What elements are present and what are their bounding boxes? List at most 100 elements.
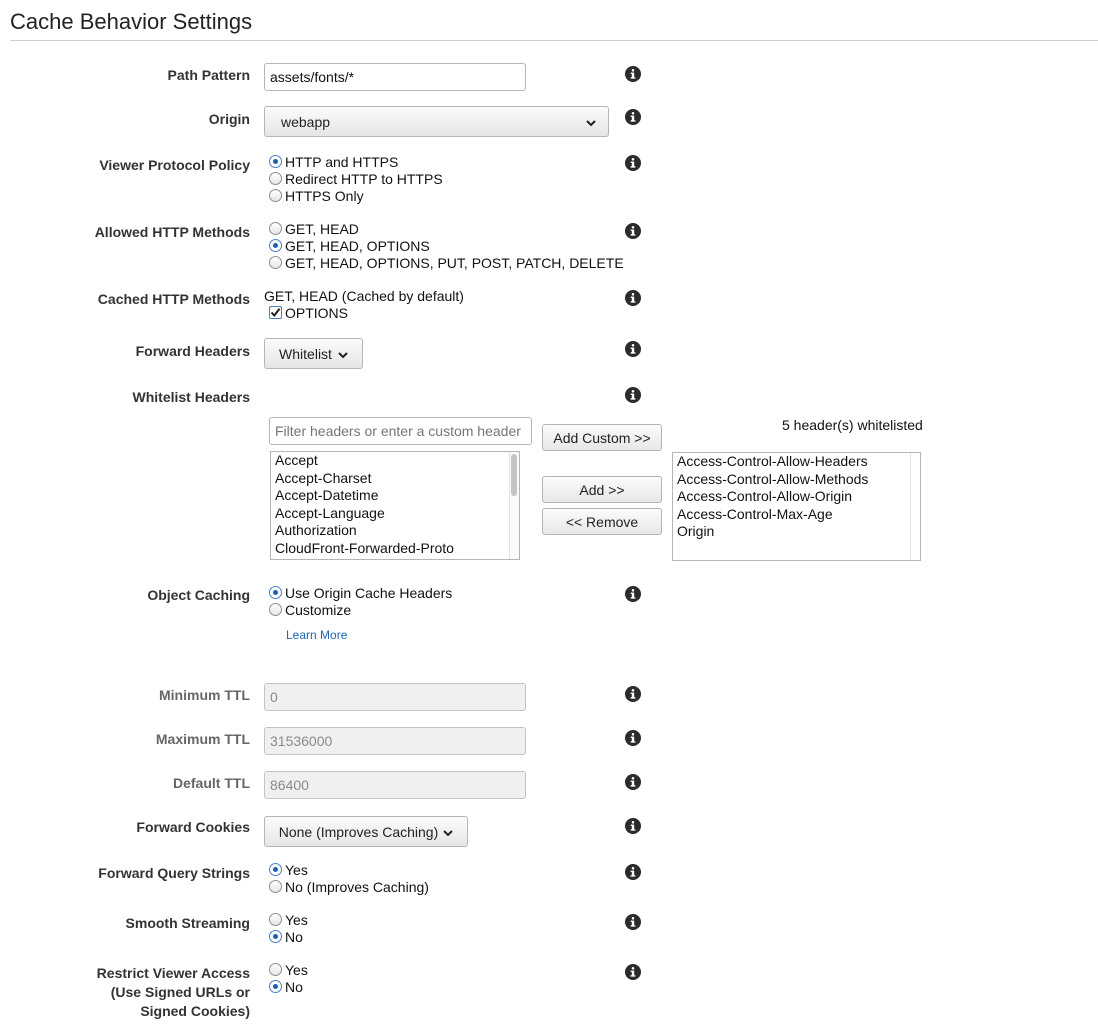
info-icon[interactable] bbox=[625, 686, 641, 702]
list-item[interactable]: Accept-Datetime bbox=[271, 487, 519, 505]
path-pattern-input[interactable] bbox=[264, 63, 526, 91]
info-icon[interactable] bbox=[625, 914, 641, 930]
whitelisted-count: 5 header(s) whitelisted bbox=[782, 417, 923, 433]
checkmark-icon bbox=[270, 308, 281, 318]
object-caching-option-customize[interactable]: Customize bbox=[269, 601, 452, 618]
list-item[interactable]: Authorization bbox=[271, 522, 519, 540]
cached-http-methods-label: Cached HTTP Methods bbox=[97, 291, 250, 307]
radio-selected[interactable] bbox=[269, 980, 282, 993]
radio[interactable] bbox=[269, 189, 282, 202]
forward-headers-label: Forward Headers bbox=[135, 343, 250, 359]
restrict-access-option-yes[interactable]: Yes bbox=[269, 961, 308, 978]
default-ttl-input[interactable] bbox=[264, 771, 526, 799]
radio-selected[interactable] bbox=[269, 239, 282, 252]
available-headers-scrollbar[interactable] bbox=[509, 452, 519, 559]
radio-selected[interactable] bbox=[269, 155, 282, 168]
whitelisted-headers-scrollbar[interactable] bbox=[910, 453, 920, 560]
origin-select[interactable]: webapp bbox=[264, 106, 609, 137]
forward-cookies-label: Forward Cookies bbox=[136, 819, 250, 835]
origin-select-value: webapp bbox=[281, 113, 331, 130]
query-strings-option-yes[interactable]: Yes bbox=[269, 861, 429, 878]
radio[interactable] bbox=[269, 913, 282, 926]
info-icon[interactable] bbox=[625, 730, 641, 746]
radio-selected[interactable] bbox=[269, 930, 282, 943]
list-item[interactable]: Access-Control-Max-Age bbox=[673, 506, 920, 524]
info-icon[interactable] bbox=[625, 774, 641, 790]
whitelisted-headers-list[interactable]: Access-Control-Allow-Headers Access-Cont… bbox=[672, 452, 921, 561]
info-icon[interactable] bbox=[625, 341, 641, 357]
cached-by-default-text: GET, HEAD (Cached by default) bbox=[264, 288, 464, 304]
title-divider bbox=[10, 40, 1098, 41]
radio[interactable] bbox=[269, 172, 282, 185]
radio-selected[interactable] bbox=[269, 586, 282, 599]
default-ttl-label: Default TTL bbox=[173, 775, 250, 791]
minimum-ttl-label: Minimum TTL bbox=[159, 687, 250, 703]
forward-cookies-value: None (Improves Caching) bbox=[278, 823, 439, 840]
allowed-methods-option-get-head[interactable]: GET, HEAD bbox=[269, 220, 624, 237]
add-header-button[interactable]: Add >> bbox=[542, 476, 662, 503]
cached-options-checkbox-row[interactable]: OPTIONS bbox=[269, 304, 348, 321]
info-icon[interactable] bbox=[625, 223, 641, 239]
options-checkbox[interactable] bbox=[269, 306, 282, 319]
viewer-protocol-option-redirect[interactable]: Redirect HTTP to HTTPS bbox=[269, 170, 443, 187]
viewer-protocol-option-http-https[interactable]: HTTP and HTTPS bbox=[269, 153, 443, 170]
forward-query-strings-label: Forward Query Strings bbox=[98, 865, 250, 881]
info-icon[interactable] bbox=[625, 818, 641, 834]
chevron-down-icon bbox=[586, 114, 596, 130]
radio[interactable] bbox=[269, 256, 282, 269]
info-icon[interactable] bbox=[625, 109, 641, 125]
info-icon[interactable] bbox=[625, 864, 641, 880]
list-item[interactable]: Accept bbox=[271, 452, 519, 470]
scrollbar-thumb[interactable] bbox=[511, 454, 517, 496]
object-caching-label: Object Caching bbox=[147, 587, 250, 603]
list-item[interactable]: Accept-Charset bbox=[271, 470, 519, 488]
remove-header-button[interactable]: << Remove bbox=[542, 508, 662, 535]
forward-query-strings-group: Yes No (Improves Caching) bbox=[269, 861, 429, 895]
page-title: Cache Behavior Settings bbox=[10, 9, 253, 34]
list-item[interactable]: Accept-Language bbox=[271, 505, 519, 523]
object-caching-group: Use Origin Cache Headers Customize bbox=[269, 584, 452, 618]
viewer-protocol-policy-label: Viewer Protocol Policy bbox=[99, 157, 250, 173]
allowed-methods-option-all[interactable]: GET, HEAD, OPTIONS, PUT, POST, PATCH, DE… bbox=[269, 254, 624, 271]
allowed-http-methods-label: Allowed HTTP Methods bbox=[94, 224, 250, 240]
add-custom-button[interactable]: Add Custom >> bbox=[542, 424, 662, 451]
info-icon[interactable] bbox=[625, 155, 641, 171]
restrict-viewer-access-label: Restrict Viewer Access (Use Signed URLs … bbox=[96, 965, 250, 1019]
smooth-streaming-option-no[interactable]: No bbox=[269, 928, 308, 945]
forward-headers-select[interactable]: Whitelist bbox=[264, 338, 363, 369]
radio[interactable] bbox=[269, 222, 282, 235]
list-item[interactable]: Access-Control-Allow-Headers bbox=[673, 453, 920, 471]
allowed-methods-option-get-head-options[interactable]: GET, HEAD, OPTIONS bbox=[269, 237, 624, 254]
info-icon[interactable] bbox=[625, 66, 641, 82]
forward-cookies-select[interactable]: None (Improves Caching) bbox=[264, 816, 468, 847]
list-item[interactable]: Access-Control-Allow-Methods bbox=[673, 471, 920, 489]
radio[interactable] bbox=[269, 880, 282, 893]
chevron-down-icon bbox=[338, 346, 348, 362]
list-item[interactable]: Access-Control-Allow-Origin bbox=[673, 488, 920, 506]
radio[interactable] bbox=[269, 603, 282, 616]
chevron-down-icon bbox=[443, 824, 453, 840]
object-caching-option-origin-headers[interactable]: Use Origin Cache Headers bbox=[269, 584, 452, 601]
learn-more-link[interactable]: Learn More bbox=[286, 628, 347, 642]
maximum-ttl-input[interactable] bbox=[264, 727, 526, 755]
list-item[interactable]: CloudFront-Forwarded-Proto bbox=[271, 540, 519, 558]
restrict-access-option-no[interactable]: No bbox=[269, 978, 308, 995]
viewer-protocol-policy-group: HTTP and HTTPS Redirect HTTP to HTTPS HT… bbox=[269, 153, 443, 204]
maximum-ttl-label: Maximum TTL bbox=[155, 731, 250, 747]
radio-selected[interactable] bbox=[269, 863, 282, 876]
path-pattern-label: Path Pattern bbox=[167, 67, 250, 83]
minimum-ttl-input[interactable] bbox=[264, 683, 526, 711]
smooth-streaming-label: Smooth Streaming bbox=[125, 915, 250, 931]
query-strings-option-no[interactable]: No (Improves Caching) bbox=[269, 878, 429, 895]
info-icon[interactable] bbox=[625, 290, 641, 306]
list-item[interactable]: Origin bbox=[673, 523, 920, 541]
info-icon[interactable] bbox=[625, 964, 641, 980]
available-headers-list[interactable]: Accept Accept-Charset Accept-Datetime Ac… bbox=[270, 451, 520, 560]
viewer-protocol-option-https-only[interactable]: HTTPS Only bbox=[269, 187, 443, 204]
info-icon[interactable] bbox=[625, 586, 641, 602]
smooth-streaming-option-yes[interactable]: Yes bbox=[269, 911, 308, 928]
info-icon[interactable] bbox=[625, 387, 641, 403]
radio[interactable] bbox=[269, 963, 282, 976]
header-filter-input[interactable] bbox=[269, 417, 532, 445]
whitelist-headers-label: Whitelist Headers bbox=[132, 389, 250, 405]
